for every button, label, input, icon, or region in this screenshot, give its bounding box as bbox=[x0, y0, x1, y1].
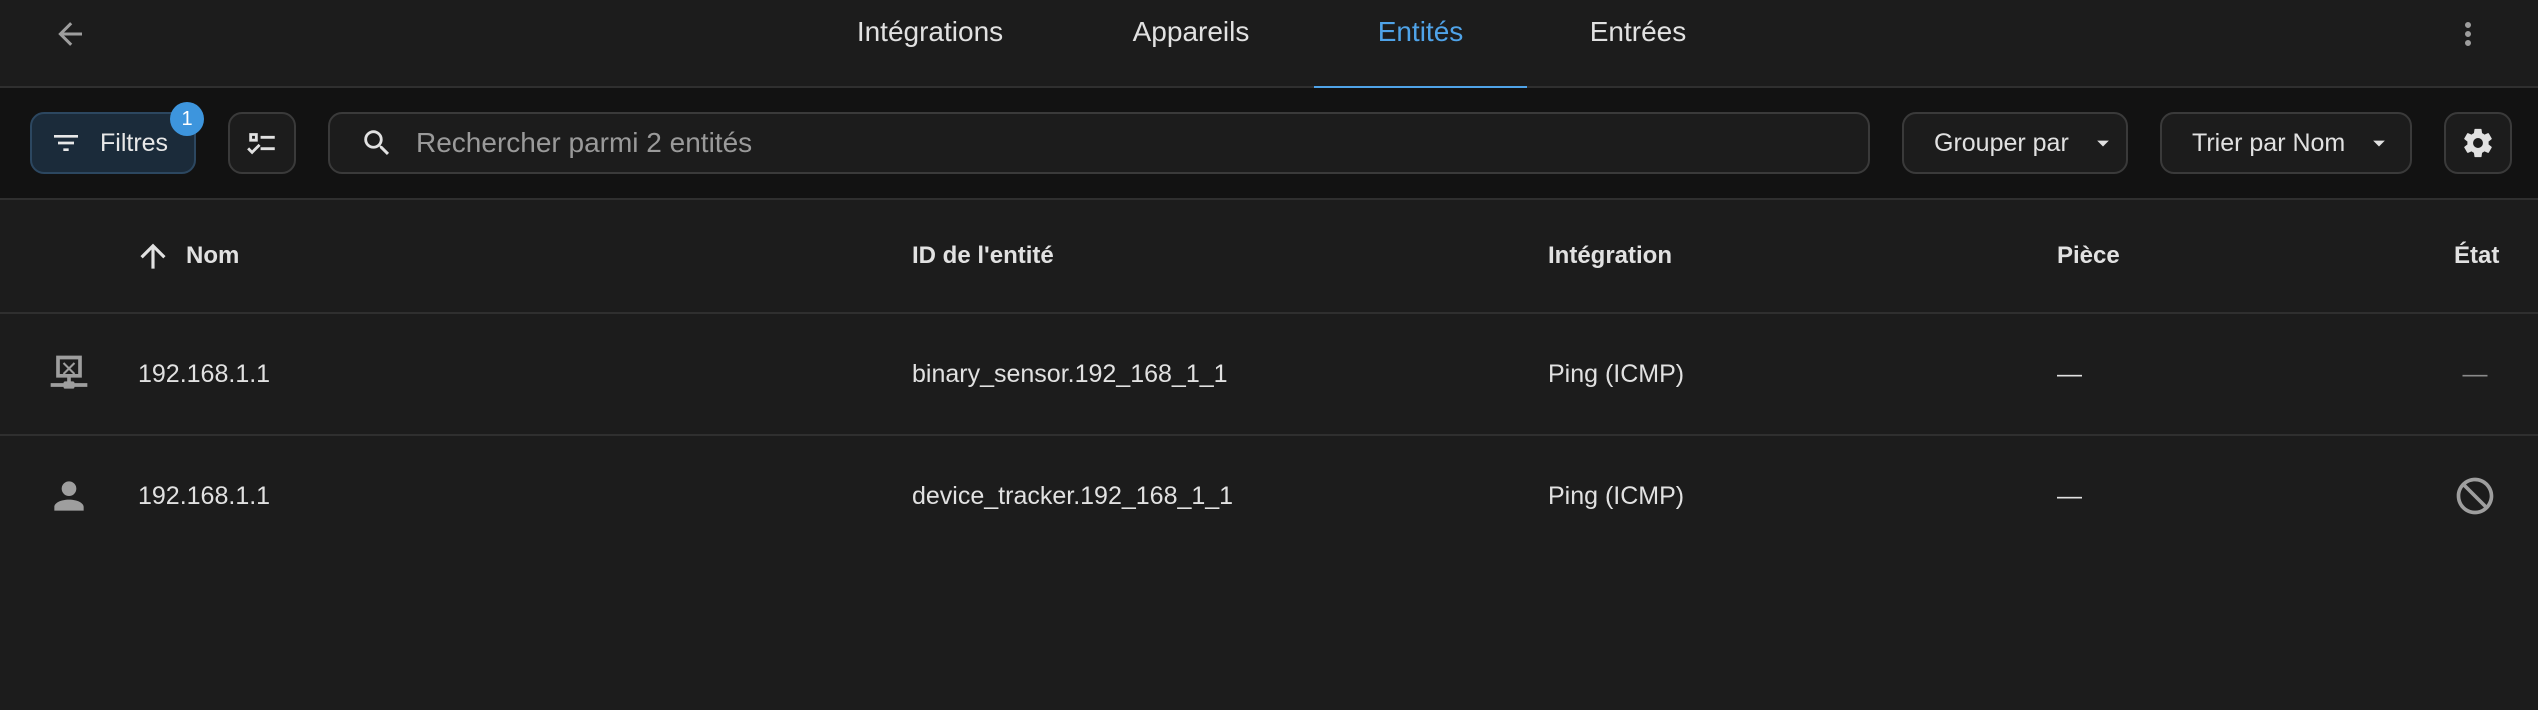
group-by-label: Grouper par bbox=[1934, 128, 2069, 157]
overflow-menu-button[interactable] bbox=[2444, 10, 2492, 58]
tab-devices[interactable]: Appareils bbox=[1085, 0, 1297, 88]
tab-helpers[interactable]: Entrées bbox=[1531, 0, 1745, 88]
search-toolbar: Filtres 1 Grouper par Trier par Nom bbox=[0, 88, 2538, 200]
dots-vertical-icon bbox=[2465, 22, 2471, 46]
sort-by-label: Trier par Nom bbox=[2192, 128, 2346, 157]
top-app-bar: Intégrations Appareils Entités Entrées bbox=[0, 0, 2538, 90]
filters-label: Filtres bbox=[100, 128, 169, 157]
column-header-name[interactable]: Nom bbox=[134, 200, 239, 312]
sort-by-button[interactable]: Trier par Nom bbox=[2160, 112, 2412, 174]
table-header: Nom ID de l'entité Intégration Pièce Éta… bbox=[0, 200, 2538, 314]
column-header-area[interactable]: Pièce bbox=[2057, 200, 2120, 312]
row-name: 192.168.1.1 bbox=[138, 359, 271, 388]
row-icon bbox=[44, 314, 94, 434]
selection-mode-button[interactable] bbox=[228, 112, 296, 174]
tab-entities[interactable]: Entités bbox=[1314, 0, 1527, 90]
column-header-entity-id[interactable]: ID de l'entité bbox=[912, 200, 1054, 312]
column-header-status[interactable]: État bbox=[2454, 200, 2499, 312]
account-icon bbox=[54, 481, 84, 511]
table-settings-button[interactable] bbox=[2444, 112, 2512, 174]
lan-disconnect-icon bbox=[50, 355, 88, 389]
column-header-integration[interactable]: Intégration bbox=[1548, 200, 1672, 312]
search-field[interactable] bbox=[328, 112, 1870, 174]
menu-down-icon bbox=[2373, 140, 2386, 147]
row-area: — bbox=[2057, 359, 2082, 388]
row-icon bbox=[44, 436, 94, 556]
table-row[interactable]: 192.168.1.1 device_tracker.192_168_1_1 P… bbox=[0, 436, 2538, 558]
row-entity-id: binary_sensor.192_168_1_1 bbox=[912, 359, 1228, 388]
column-header-name-label: Nom bbox=[186, 242, 240, 269]
filter-variant-icon bbox=[54, 135, 78, 151]
gear-icon bbox=[2464, 128, 2492, 158]
row-integration: Ping (ICMP) bbox=[1548, 481, 1685, 510]
row-status: — bbox=[2462, 359, 2488, 388]
cancel-icon bbox=[2456, 477, 2494, 515]
menu-down-icon bbox=[2096, 140, 2109, 147]
row-status bbox=[2450, 436, 2500, 556]
entities-table: Nom ID de l'entité Intégration Pièce Éta… bbox=[0, 200, 2538, 558]
row-area: — bbox=[2057, 481, 2082, 510]
search-input[interactable] bbox=[416, 127, 1816, 159]
search-icon bbox=[364, 130, 390, 156]
row-entity-id: device_tracker.192_168_1_1 bbox=[912, 481, 1234, 510]
table-row[interactable]: 192.168.1.1 binary_sensor.192_168_1_1 Pi… bbox=[0, 314, 2538, 436]
group-by-button[interactable]: Grouper par bbox=[1902, 112, 2128, 174]
filters-count-badge: 1 bbox=[170, 102, 204, 136]
tab-integrations[interactable]: Intégrations bbox=[822, 0, 1038, 88]
row-name: 192.168.1.1 bbox=[138, 481, 271, 510]
row-integration: Ping (ICMP) bbox=[1548, 359, 1685, 388]
arrow-up-icon bbox=[140, 243, 166, 269]
filters-button[interactable]: Filtres 1 bbox=[30, 102, 204, 174]
tab-bar: Intégrations Appareils Entités Entrées bbox=[0, 0, 2538, 90]
format-list-checks-icon bbox=[247, 133, 275, 155]
